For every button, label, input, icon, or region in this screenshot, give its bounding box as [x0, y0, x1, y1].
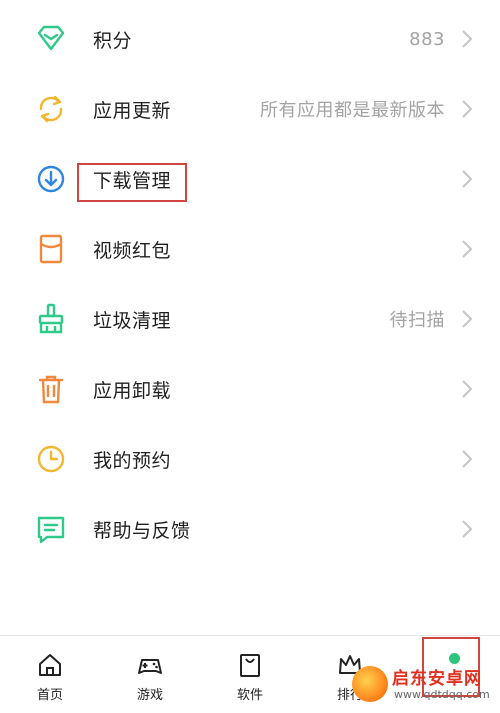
nav-tab-games[interactable]: 游戏 [100, 636, 200, 713]
nav-tab-label: 软件 [236, 688, 263, 703]
menu-item-app-update[interactable]: 应用更新 所有应用都是最新版本 [0, 74, 500, 144]
menu-item-label: 帮助与反馈 [93, 519, 191, 542]
chevron-right-icon [460, 378, 474, 400]
menu-item-download-manager[interactable]: 下载管理 [0, 144, 500, 214]
nav-tab-home[interactable]: 首页 [0, 636, 100, 713]
chevron-right-icon [460, 448, 474, 470]
trash-icon [33, 371, 69, 407]
menu-item-label: 积分 [93, 29, 133, 52]
broom-icon [33, 301, 69, 337]
diamond-icon [33, 21, 69, 57]
menu-item-value: 883 [409, 28, 445, 50]
menu-item-label: 垃圾清理 [93, 309, 172, 332]
menu-item-value: 待扫描 [389, 310, 445, 331]
refresh-icon [33, 91, 69, 127]
watermark-url: www.qdtdqq.com [394, 688, 490, 701]
menu-item-value: 所有应用都是最新版本 [260, 100, 445, 121]
menu-item-video-red-envelope[interactable]: 视频红包 [0, 214, 500, 284]
chevron-right-icon [460, 238, 474, 260]
nav-tab-software[interactable]: 软件 [200, 636, 300, 713]
chevron-right-icon [460, 308, 474, 330]
menu-item-label: 应用更新 [93, 99, 172, 122]
shopping-bag-icon [236, 651, 264, 679]
menu-item-label: 视频红包 [93, 239, 172, 262]
menu-item-app-uninstall[interactable]: 应用卸载 [0, 354, 500, 424]
nav-tab-label: 首页 [36, 688, 63, 703]
settings-menu: 积分 883 应用更新 所有应用都是最新版本 下载管理 视频红包 垃圾清理 待扫… [0, 0, 500, 560]
menu-item-label: 我的预约 [93, 449, 172, 472]
nav-tab-label: 游戏 [136, 688, 163, 703]
gamepad-icon [136, 651, 164, 679]
feedback-icon [33, 511, 69, 547]
chevron-right-icon [460, 28, 474, 50]
watermark-logo-icon [352, 666, 388, 702]
chevron-right-icon [460, 518, 474, 540]
menu-item-my-reservations[interactable]: 我的预约 [0, 424, 500, 494]
chevron-right-icon [460, 168, 474, 190]
menu-item-help-feedback[interactable]: 帮助与反馈 [0, 494, 500, 564]
watermark-title: 启东安卓网 [392, 669, 482, 689]
clock-icon [33, 441, 69, 477]
chevron-right-icon [460, 98, 474, 120]
home-icon [36, 651, 64, 679]
menu-item-points[interactable]: 积分 883 [0, 4, 500, 74]
watermark-logo: 启东安卓网 www.qdtdqq.com [352, 662, 492, 712]
menu-item-label: 应用卸载 [93, 379, 172, 402]
red-envelope-icon [33, 231, 69, 267]
download-manager-highlight-box [77, 163, 187, 202]
menu-item-junk-cleanup[interactable]: 垃圾清理 待扫描 [0, 284, 500, 354]
download-icon [33, 161, 69, 197]
